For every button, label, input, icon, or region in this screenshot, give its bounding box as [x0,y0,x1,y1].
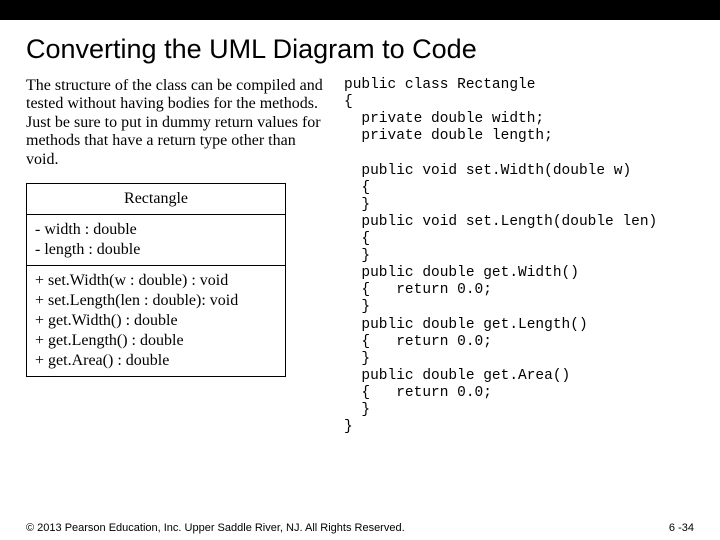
intro-paragraph: The structure of the class can be compil… [26,77,326,169]
code-listing: public class Rectangle { private double … [344,77,694,436]
copyright-text: © 2013 Pearson Education, Inc. Upper Sad… [26,522,405,534]
left-column: The structure of the class can be compil… [26,77,326,436]
page-number: 6 -34 [669,522,694,534]
uml-operations: + set.Width(w : double) : void + set.Len… [27,266,285,376]
top-black-strip [0,0,720,20]
uml-class-name: Rectangle [27,184,285,215]
page-title: Converting the UML Diagram to Code [26,34,694,65]
slide-footer: © 2013 Pearson Education, Inc. Upper Sad… [26,522,694,534]
uml-diagram: Rectangle - width : double - length : do… [26,183,286,377]
two-column-layout: The structure of the class can be compil… [26,77,694,436]
uml-attributes: - width : double - length : double [27,215,285,266]
slide-body: Converting the UML Diagram to Code The s… [0,20,720,444]
